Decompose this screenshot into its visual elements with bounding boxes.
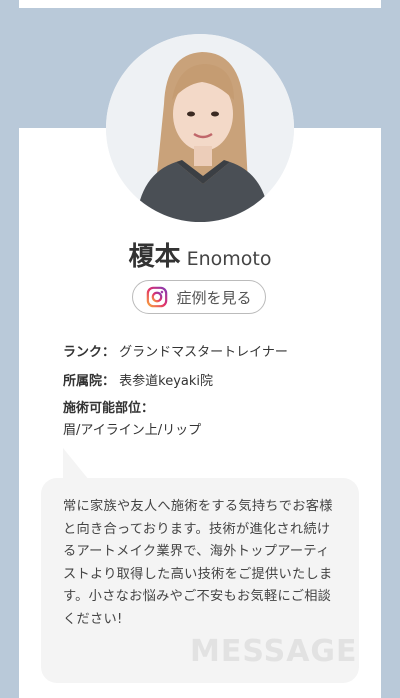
rank-value: グランドマスタートレイナー <box>119 345 288 360</box>
previous-card-edge <box>19 0 381 8</box>
areas-key: 施術可能部位： <box>63 401 155 416</box>
instagram-icon <box>147 286 168 308</box>
name-japanese: 榎本 <box>128 242 181 272</box>
areas-key-row: 施術可能部位： <box>63 397 154 416</box>
instagram-cases-button[interactable]: 症例を見る <box>132 280 266 314</box>
rank-key: ランク： <box>63 345 116 360</box>
message-text: 常に家族や友人へ施術をする気持ちでお客様と向き合っております。技術が進化され続け… <box>63 499 333 627</box>
areas-value-row: 眉/アイライン上/リップ <box>63 419 201 438</box>
message-watermark: MESSAGE <box>190 634 358 669</box>
instagram-button-label: 症例を見る <box>176 288 252 307</box>
clinic-key: 所属院： <box>63 374 116 389</box>
rank-row: ランク： グランドマスタートレイナー <box>63 341 288 360</box>
areas-value: 眉/アイライン上/リップ <box>63 423 202 438</box>
clinic-value: 表参道keyaki院 <box>119 374 214 389</box>
staff-name: 榎本 Enomoto <box>0 236 400 273</box>
clinic-row: 所属院： 表参道keyaki院 <box>63 370 213 389</box>
bubble-tail <box>63 448 89 480</box>
staff-photo <box>106 34 294 222</box>
name-romaji: Enomoto <box>186 248 272 270</box>
